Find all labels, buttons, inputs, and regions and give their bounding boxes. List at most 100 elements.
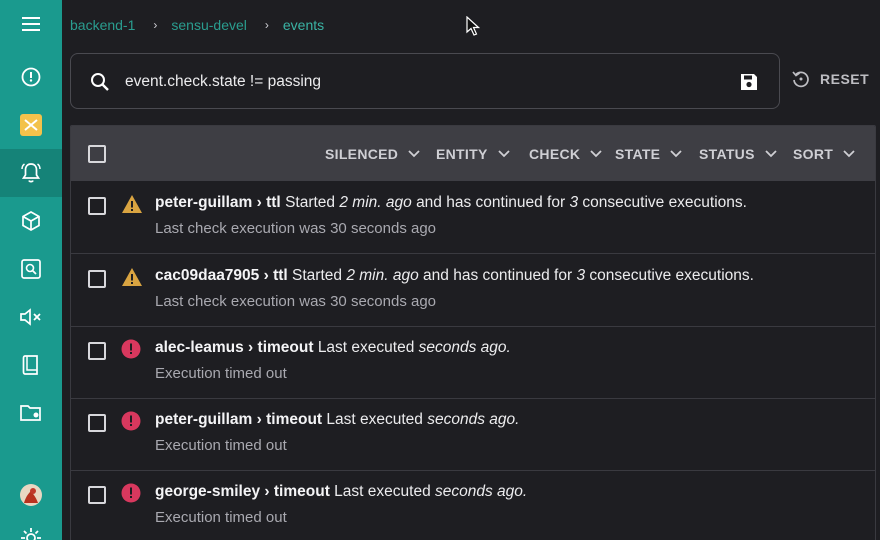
- entity-link[interactable]: cac09daa7905: [155, 267, 259, 284]
- sidebar-item-checks[interactable]: [0, 245, 62, 293]
- row-checkbox[interactable]: [88, 342, 106, 360]
- event-detail: Execution timed out: [155, 437, 287, 454]
- entity-link[interactable]: peter-guillam: [155, 194, 252, 211]
- breadcrumb-current: events: [282, 17, 325, 33]
- entity-link[interactable]: alec-leamus: [155, 339, 244, 356]
- event-text: Started: [292, 267, 343, 284]
- sort-dropdown[interactable]: SORT: [793, 146, 855, 162]
- event-summary: peter-guillam › ttl Started 2 min. ago a…: [155, 194, 747, 211]
- reset-icon: [792, 71, 809, 88]
- chevron-down-icon: [590, 150, 602, 158]
- folder-gear-icon: [20, 405, 41, 421]
- avatar: [20, 484, 42, 506]
- filter-silenced[interactable]: SILENCED: [325, 146, 420, 162]
- monitor-search-icon: [21, 259, 41, 279]
- event-detail: Last check execution was 30 seconds ago: [155, 220, 437, 237]
- sidebar-item-dashboard[interactable]: [0, 53, 62, 101]
- critical-icon: [121, 411, 141, 431]
- table-row[interactable]: peter-guillam › timeout Last executed se…: [71, 399, 875, 471]
- event-text: Started: [285, 194, 336, 211]
- filter-label: STATE: [615, 146, 661, 162]
- event-time: seconds ago.: [418, 339, 511, 356]
- table-row[interactable]: george-smiley › timeout Last executed se…: [71, 471, 875, 540]
- main-content: backend-1 › sensu-devel › events event.c…: [62, 0, 880, 540]
- event-count: 3: [569, 194, 579, 211]
- mouse-cursor-icon: [466, 16, 480, 36]
- filter-entity[interactable]: ENTITY: [436, 146, 510, 162]
- sidebar-item-entities[interactable]: [0, 197, 62, 245]
- sidebar-item-namespace[interactable]: [0, 101, 62, 149]
- gauge-icon: [21, 67, 41, 87]
- entity-link[interactable]: george-smiley: [155, 483, 260, 500]
- chevron-down-icon: [670, 150, 682, 158]
- reset-button[interactable]: RESET: [792, 70, 869, 88]
- breadcrumb-namespace[interactable]: backend-1: [70, 17, 135, 33]
- table-header: SILENCED ENTITY CHECK STATE STATUS SORT: [71, 126, 875, 181]
- menu-button[interactable]: [0, 0, 62, 48]
- event-detail: Execution timed out: [155, 509, 287, 526]
- event-summary: peter-guillam › timeout Last executed se…: [155, 411, 520, 428]
- row-checkbox[interactable]: [88, 270, 106, 288]
- search-bar[interactable]: event.check.state != passing: [70, 53, 780, 109]
- event-text: Last executed: [334, 483, 431, 500]
- entity-link[interactable]: peter-guillam: [155, 411, 252, 428]
- filter-label: SORT: [793, 146, 834, 162]
- chevron-down-icon: [497, 150, 510, 158]
- app: backend-1 › sensu-devel › events event.c…: [0, 0, 880, 540]
- check-link[interactable]: timeout: [274, 483, 330, 500]
- warning-icon: [122, 195, 142, 213]
- chevron-down-icon: [765, 150, 777, 158]
- breadcrumb: backend-1 › sensu-devel › events: [70, 17, 324, 33]
- row-checkbox[interactable]: [88, 414, 106, 432]
- event-summary: george-smiley › timeout Last executed se…: [155, 483, 528, 500]
- sidebar-item-events[interactable]: [0, 149, 62, 197]
- table-row[interactable]: alec-leamus › timeout Last executed seco…: [71, 327, 875, 399]
- event-time: seconds ago.: [435, 483, 528, 500]
- event-count: 3: [576, 267, 586, 284]
- warning-icon: [122, 268, 142, 286]
- namespace-badge-icon: [20, 114, 42, 136]
- filter-status[interactable]: STATUS: [699, 146, 777, 162]
- filter-check[interactable]: CHECK: [529, 146, 602, 162]
- filter-label: SILENCED: [325, 146, 399, 162]
- event-detail: Execution timed out: [155, 365, 287, 382]
- event-text: and has continued for: [423, 267, 573, 284]
- row-checkbox[interactable]: [88, 486, 106, 504]
- sidebar-item-handlers[interactable]: [0, 341, 62, 389]
- event-summary: alec-leamus › timeout Last executed seco…: [155, 339, 511, 356]
- save-icon[interactable]: [739, 72, 759, 92]
- filter-label: STATUS: [699, 146, 755, 162]
- sidebar-item-settings[interactable]: [0, 514, 62, 540]
- check-link[interactable]: ttl: [273, 267, 288, 284]
- search-input[interactable]: event.check.state != passing: [125, 73, 321, 91]
- table-row[interactable]: cac09daa7905 › ttl Started 2 min. ago an…: [71, 255, 875, 327]
- chevron-down-icon: [408, 150, 420, 158]
- check-link[interactable]: timeout: [266, 411, 322, 428]
- events-table: SILENCED ENTITY CHECK STATE STATUS SORT …: [70, 125, 876, 540]
- row-checkbox[interactable]: [88, 197, 106, 215]
- breadcrumb-separator: ›: [153, 18, 158, 32]
- bell-alert-icon: [21, 163, 41, 183]
- speaker-mute-icon: [20, 308, 41, 326]
- sidebar-item-user[interactable]: [0, 471, 62, 519]
- breadcrumb-cluster[interactable]: sensu-devel: [171, 17, 247, 33]
- event-time: 2 min. ago: [346, 267, 419, 284]
- event-text: and has continued for: [416, 194, 566, 211]
- event-text: Last executed: [317, 339, 415, 356]
- check-link[interactable]: timeout: [258, 339, 314, 356]
- event-time: 2 min. ago: [339, 194, 412, 211]
- filter-label: ENTITY: [436, 146, 488, 162]
- sidebar: [0, 0, 62, 540]
- filter-state[interactable]: STATE: [615, 146, 682, 162]
- critical-icon: [121, 339, 141, 359]
- table-row[interactable]: peter-guillam › ttl Started 2 min. ago a…: [71, 182, 875, 254]
- gear-icon: [21, 528, 41, 540]
- reset-label: RESET: [820, 71, 870, 87]
- event-summary: cac09daa7905 › ttl Started 2 min. ago an…: [155, 267, 754, 284]
- sidebar-item-configuration[interactable]: [0, 389, 62, 437]
- sidebar-item-silences[interactable]: [0, 293, 62, 341]
- check-link[interactable]: ttl: [266, 194, 281, 211]
- book-icon: [22, 355, 38, 375]
- filter-label: CHECK: [529, 146, 581, 162]
- select-all-checkbox[interactable]: [88, 145, 106, 163]
